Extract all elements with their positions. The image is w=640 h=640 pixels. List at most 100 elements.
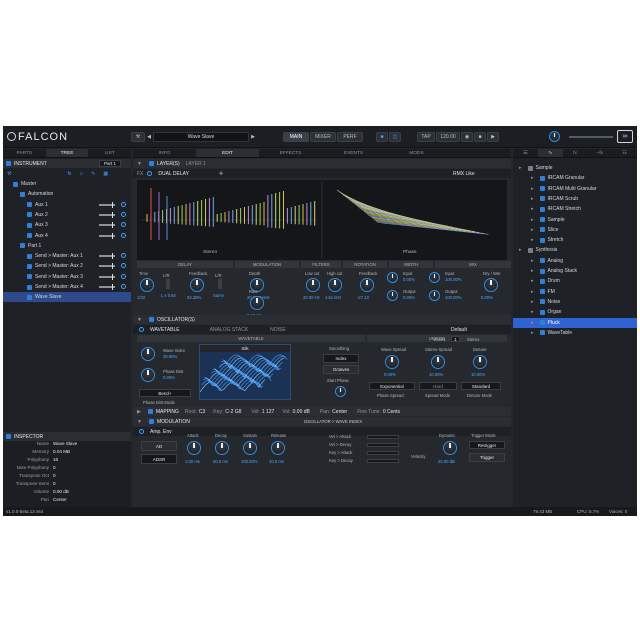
adsr-button[interactable]: ADSR	[141, 454, 177, 464]
wave-spread-knob[interactable]	[385, 355, 399, 369]
send-level-slider[interactable]	[99, 201, 115, 208]
prev-preset-icon[interactable]: ◀	[146, 132, 152, 142]
view-split-icon[interactable]: ◫	[389, 132, 401, 142]
browser-item[interactable]: ▸ Sample	[513, 163, 637, 173]
fx-param-knob[interactable]	[306, 278, 320, 292]
tab-mods[interactable]: MODS	[385, 149, 448, 157]
tab-perf[interactable]: PERF	[337, 132, 363, 142]
metronome-icon[interactable]: ◉	[461, 132, 473, 142]
expand-icon[interactable]: ▸	[531, 217, 534, 223]
tap-button[interactable]: TAP	[417, 132, 435, 142]
tree-item[interactable]: Send > Master: Aux 4	[3, 282, 131, 292]
osc-tab-noise[interactable]: NOISE	[270, 327, 286, 333]
mod-route-slider[interactable]	[367, 435, 399, 439]
browser-item[interactable]: ▸ Noise	[513, 297, 637, 307]
bend-select[interactable]: Bend+	[139, 389, 191, 397]
tree-item[interactable]: Aux 1	[3, 200, 131, 210]
power-icon[interactable]	[139, 429, 144, 434]
collapse-icon[interactable]: ▼	[137, 317, 142, 323]
browser-item[interactable]: ▸ IRCAM Stretch	[513, 204, 637, 214]
next-preset-icon[interactable]: ▶	[250, 132, 256, 142]
browser-item[interactable]: ▸ Stretch	[513, 235, 637, 245]
tab-waveform-icon[interactable]: ∿	[537, 149, 563, 157]
tree-item[interactable]: Automation	[3, 189, 131, 199]
stereo-spread-knob[interactable]	[431, 355, 445, 369]
expand-icon[interactable]: ▸	[531, 237, 534, 243]
tab-modfx[interactable]: ~fx	[587, 149, 612, 157]
inspector-value[interactable]: 0	[53, 481, 56, 486]
wrench-icon[interactable]: ⚒	[7, 171, 11, 177]
tree-item[interactable]: Master	[3, 179, 131, 189]
collapse-icon[interactable]: ▼	[137, 161, 142, 167]
tab-list-icon[interactable]: ☰	[513, 149, 538, 157]
add-effect-icon[interactable]: ✚	[219, 171, 223, 177]
send-level-slider[interactable]	[99, 263, 115, 270]
voices-field[interactable]: 1	[451, 336, 460, 342]
send-level-slider[interactable]	[99, 284, 115, 290]
tree-item[interactable]: Send > Master: Aux 3	[3, 272, 131, 282]
tree-item[interactable]: Aux 2	[3, 210, 131, 220]
power-icon[interactable]	[121, 222, 126, 228]
fx-param-fader[interactable]	[218, 279, 222, 289]
power-icon[interactable]	[121, 201, 126, 207]
rmx-preset[interactable]: RMX Like	[453, 171, 475, 177]
expand-icon[interactable]: ▸	[531, 289, 534, 295]
send-level-slider[interactable]	[99, 253, 115, 260]
expand-icon[interactable]: ▸	[531, 196, 534, 202]
fx-param-knob[interactable]	[328, 278, 342, 292]
browser-item[interactable]: ▸ Synthesis	[513, 245, 637, 255]
osc-tab-analog-stack[interactable]: ANALOG STACK	[210, 327, 249, 333]
inspector-value[interactable]: Center	[53, 497, 67, 502]
effect-name[interactable]: DUAL DELAY	[158, 171, 189, 177]
send-level-slider[interactable]	[99, 211, 115, 218]
inspector-value[interactable]: Wave Slave	[53, 441, 77, 446]
master-level-slider[interactable]	[569, 136, 613, 138]
browser-item[interactable]: ▸ Drum	[513, 276, 637, 286]
expand-icon[interactable]: ▸	[531, 330, 534, 336]
tab-main[interactable]: MAIN	[283, 132, 309, 142]
pan-value[interactable]: Center	[332, 409, 347, 415]
tree-item[interactable]: Send > Master: Aux 2	[3, 261, 131, 271]
expand-icon[interactable]: ▸	[531, 258, 534, 264]
expand-icon[interactable]: ▸	[531, 268, 534, 274]
browser-item[interactable]: ▸ IRCAM Granular	[513, 173, 637, 183]
dynamic-knob[interactable]	[443, 441, 457, 455]
detune-mode-select[interactable]: Standard	[461, 382, 501, 390]
fx-param-knob[interactable]	[429, 290, 440, 301]
tab-parts[interactable]: PARTS	[3, 149, 46, 157]
tree-item[interactable]: Aux 4	[3, 231, 131, 241]
expand-icon[interactable]: ▸	[531, 320, 534, 326]
power-icon[interactable]	[121, 263, 126, 269]
browser-item[interactable]: ▸ IRCAM Multi Granular	[513, 184, 637, 194]
power-icon[interactable]	[121, 232, 126, 238]
mod-route-slider[interactable]	[367, 451, 399, 455]
tab-events[interactable]: EVENTS	[322, 149, 385, 157]
tree-item[interactable]: Aux 3	[3, 220, 131, 230]
inspector-value[interactable]: 0	[53, 473, 56, 478]
play-icon[interactable]: ▶	[487, 132, 499, 142]
browser-item[interactable]: ▸ Organ	[513, 307, 637, 317]
fx-param-knob[interactable]	[250, 296, 264, 310]
fx-param-knob[interactable]	[387, 290, 398, 301]
browser-item[interactable]: ▸ Sample	[513, 215, 637, 225]
smoothing-octaves-button[interactable]: Octaves	[323, 365, 359, 374]
browser-item[interactable]: ▸ WaveTable	[513, 328, 637, 338]
osc-type-wavetable[interactable]: WAVETABLE	[150, 327, 180, 333]
tab-edit[interactable]: EDIT	[196, 149, 259, 157]
ad-button[interactable]: AD	[141, 441, 177, 451]
expand-icon[interactable]: ▸	[531, 175, 534, 181]
send-level-slider[interactable]	[99, 222, 115, 229]
envelope-knob[interactable]	[215, 441, 229, 455]
smoothing-index-button[interactable]: Index	[323, 354, 359, 363]
grid-icon[interactable]: ▦	[103, 171, 108, 177]
expand-icon[interactable]: ▸	[531, 186, 534, 192]
tab-grid[interactable]: ☷	[612, 149, 637, 157]
expand-icon[interactable]: ▸	[531, 206, 534, 212]
inspector-value[interactable]: 0.04 MB	[53, 449, 70, 454]
spread-mode-select[interactable]: Hard	[419, 382, 457, 390]
note-icon[interactable]: ♫	[79, 171, 83, 177]
tree-item[interactable]: Send > Master: Aux 1	[3, 251, 131, 261]
inspector-value[interactable]: 16	[53, 457, 58, 462]
fx-param-knob[interactable]	[429, 272, 440, 283]
vol-value[interactable]: 0.00 dB	[293, 409, 310, 415]
